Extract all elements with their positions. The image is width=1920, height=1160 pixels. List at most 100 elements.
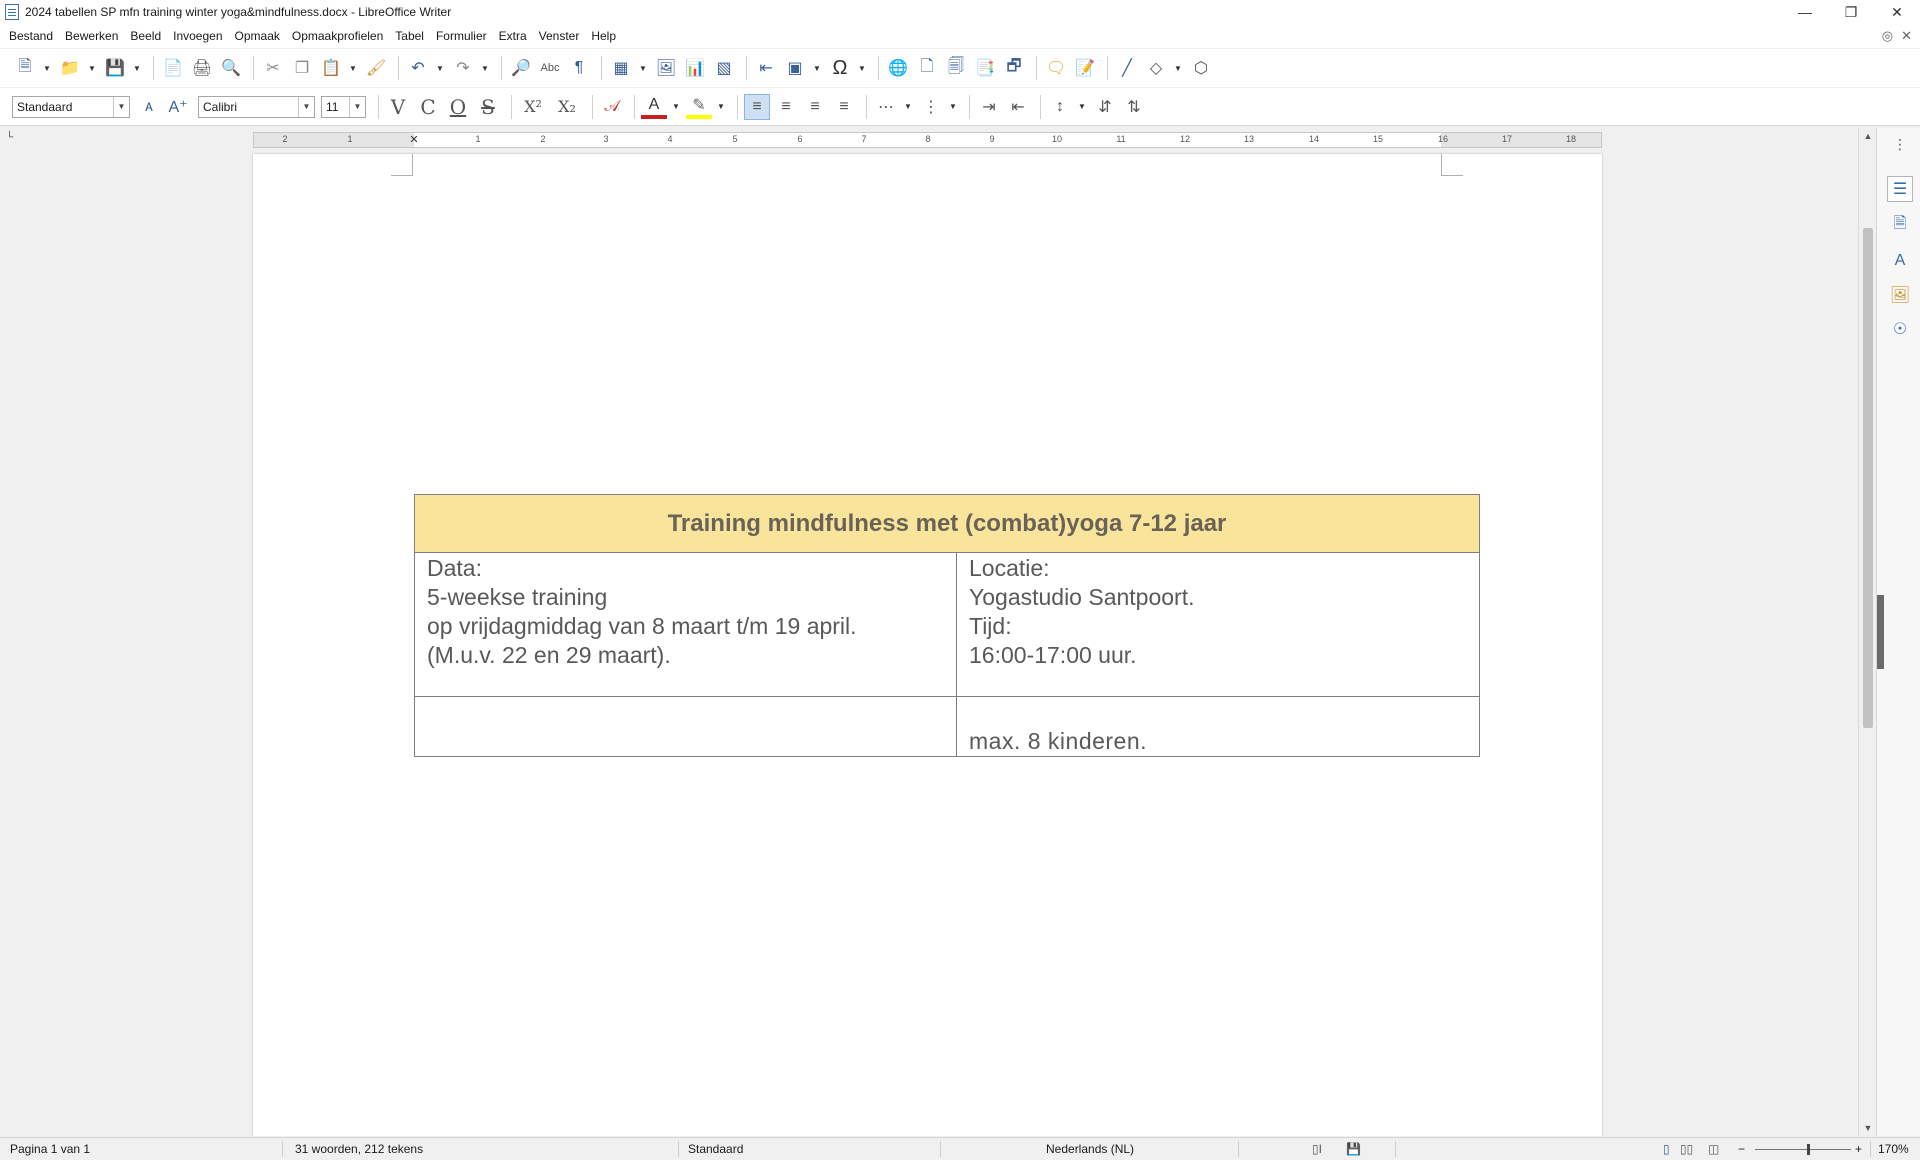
menu-venster[interactable]: Venster [533,29,586,43]
insert-line-icon[interactable]: ╱ [1114,55,1140,81]
table-dropdown-chevron-icon[interactable]: ▼ [637,55,649,81]
hyperlink-icon[interactable]: 🌐 [885,55,911,81]
subscript-button[interactable]: X₂ [552,97,582,116]
insert-textbox-icon[interactable]: ▧ [711,55,737,81]
table-cell-dates[interactable]: Data: 5-weekse training op vrijdagmiddag… [414,552,957,697]
draw-functions-icon[interactable]: ⬡ [1188,55,1214,81]
paste-dropdown-chevron-icon[interactable]: ▼ [347,55,359,81]
clear-formatting-icon[interactable]: 𝒜 [599,94,625,120]
horizontal-ruler[interactable]: 2 1 ✕ 1 2 3 4 5 6 7 8 9 10 11 12 13 14 1… [253,132,1602,148]
endnote-icon[interactable]: 🗐 [943,55,969,81]
strikethrough-button[interactable]: S [475,95,501,119]
open-dropdown-chevron-icon[interactable]: ▼ [86,55,98,81]
close-button[interactable]: ✕ [1874,0,1920,24]
table-cell-capacity[interactable]: max. 8 kinderen. [956,696,1480,757]
menu-opmaakprofielen[interactable]: Opmaakprofielen [286,29,389,43]
underline-button[interactable]: O [445,95,471,119]
special-char-dropdown-chevron-icon[interactable]: ▼ [856,55,868,81]
bullet-list-icon[interactable]: ⋯ [873,94,899,120]
line-spacing-chevron-icon[interactable]: ▼ [1076,94,1088,120]
copy-icon[interactable]: ❐ [289,55,315,81]
decrease-indent-icon[interactable]: ⇤ [1005,94,1031,120]
align-right-icon[interactable]: ≡ [802,94,828,120]
zoom-in-button[interactable]: + [1855,1142,1862,1156]
align-left-icon[interactable]: ≡ [744,93,770,120]
chevron-down-icon[interactable]: ▼ [349,96,365,117]
zoom-slider-knob[interactable] [1807,1144,1810,1155]
shapes-dropdown-chevron-icon[interactable]: ▼ [1172,55,1184,81]
bookmark-icon[interactable]: 📑 [972,55,998,81]
cut-icon[interactable]: ✂ [260,55,286,81]
new-style-icon[interactable]: A⁺ [165,94,191,120]
book-view-icon[interactable]: ◫ [1708,1142,1719,1156]
print-preview-icon[interactable]: 🔍 [218,55,244,81]
navigator-icon[interactable]: ☉ [1887,316,1913,342]
ruler-indent-marker[interactable]: ✕ [409,133,418,146]
word-count-status[interactable]: 31 woorden, 212 tekens [295,1142,423,1156]
italic-button[interactable]: C [415,95,441,119]
vertical-scrollbar[interactable]: ▲ ▼ [1858,128,1876,1136]
redo-dropdown-chevron-icon[interactable]: ▼ [479,55,491,81]
gallery-icon[interactable]: 🖼 [1887,282,1913,308]
zoom-slider[interactable] [1755,1149,1851,1150]
sidebar-collapse-handle[interactable] [1877,595,1884,669]
paste-icon[interactable]: 📋 [318,55,344,81]
menu-formulier[interactable]: Formulier [430,29,493,43]
scroll-up-icon[interactable]: ▲ [1859,128,1877,144]
superscript-button[interactable]: X² [518,97,548,116]
new-document-icon[interactable]: 🗎 [12,55,38,81]
save-icon[interactable]: 💾 [102,55,128,81]
globe-icon[interactable]: ◎ [1882,28,1893,44]
bullet-list-chevron-icon[interactable]: ▼ [902,94,914,120]
menu-help[interactable]: Help [585,29,622,43]
bold-button[interactable]: V [385,95,411,119]
comment-icon[interactable]: 🗨 [1043,55,1069,81]
clone-formatting-icon[interactable]: 🖌 [363,55,389,81]
menu-bestand[interactable]: Bestand [3,29,59,43]
multi-page-view-icon[interactable]: ▯▯ [1680,1142,1693,1156]
document-table[interactable]: Training mindfulness met (combat)yoga 7-… [414,494,1480,757]
justify-icon[interactable]: ≡ [831,94,857,120]
cross-reference-icon[interactable]: 🗗 [1001,55,1027,81]
menu-beeld[interactable]: Beeld [124,29,167,43]
table-header-cell[interactable]: Training mindfulness met (combat)yoga 7-… [414,494,1480,553]
save-dropdown-chevron-icon[interactable]: ▼ [131,55,143,81]
font-color-icon[interactable]: A [641,95,667,119]
scrollbar-thumb[interactable] [1863,228,1873,728]
increase-paragraph-spacing-icon[interactable]: ⇵ [1092,94,1118,120]
menu-extra[interactable]: Extra [493,29,533,43]
table-cell-empty[interactable] [414,696,957,757]
font-name-select[interactable]: Calibri ▼ [198,95,315,118]
page-number-status[interactable]: Pagina 1 van 1 [10,1142,90,1156]
footnote-icon[interactable]: 🗋 [914,55,940,81]
document-page[interactable]: Training mindfulness met (combat)yoga 7-… [253,154,1602,1136]
insert-table-icon[interactable]: ▦ [608,55,634,81]
paragraph-style-select[interactable]: Standaard ▼ [12,95,130,118]
language-status[interactable]: Nederlands (NL) [1046,1142,1134,1156]
find-replace-icon[interactable]: 🔎 [508,55,534,81]
sidebar-menu-icon[interactable]: ⋮ [1893,136,1907,153]
new-dropdown-chevron-icon[interactable]: ▼ [41,55,53,81]
chevron-down-icon[interactable]: ▼ [298,96,314,117]
zoom-level-status[interactable]: 170% [1878,1142,1909,1156]
undo-icon[interactable]: ↶ [405,55,431,81]
decrease-paragraph-spacing-icon[interactable]: ⇅ [1121,94,1147,120]
menu-invoegen[interactable]: Invoegen [167,29,228,43]
basic-shapes-icon[interactable]: ◇ [1143,55,1169,81]
table-cell-location[interactable]: Locatie: Yogastudio Santpoort. Tijd: 16:… [956,552,1480,697]
spelling-icon[interactable]: Abc [537,55,563,81]
page-icon[interactable]: 🗎 [1887,212,1913,238]
restore-button[interactable]: ❐ [1828,0,1874,24]
formatting-marks-icon[interactable]: ¶ [566,55,592,81]
undo-dropdown-chevron-icon[interactable]: ▼ [434,55,446,81]
highlight-color-icon[interactable]: ✎ [686,95,712,119]
font-size-select[interactable]: 11 ▼ [321,95,366,118]
print-icon[interactable]: 🖨 [189,55,215,81]
minimize-button[interactable]: — [1782,0,1828,24]
field-dropdown-chevron-icon[interactable]: ▼ [811,55,823,81]
insert-image-icon[interactable]: 🖼 [653,55,679,81]
numbered-list-chevron-icon[interactable]: ▼ [947,94,959,120]
increase-indent-icon[interactable]: ⇥ [976,94,1002,120]
line-spacing-icon[interactable]: ↕ [1047,94,1073,120]
menu-opmaak[interactable]: Opmaak [229,29,286,43]
